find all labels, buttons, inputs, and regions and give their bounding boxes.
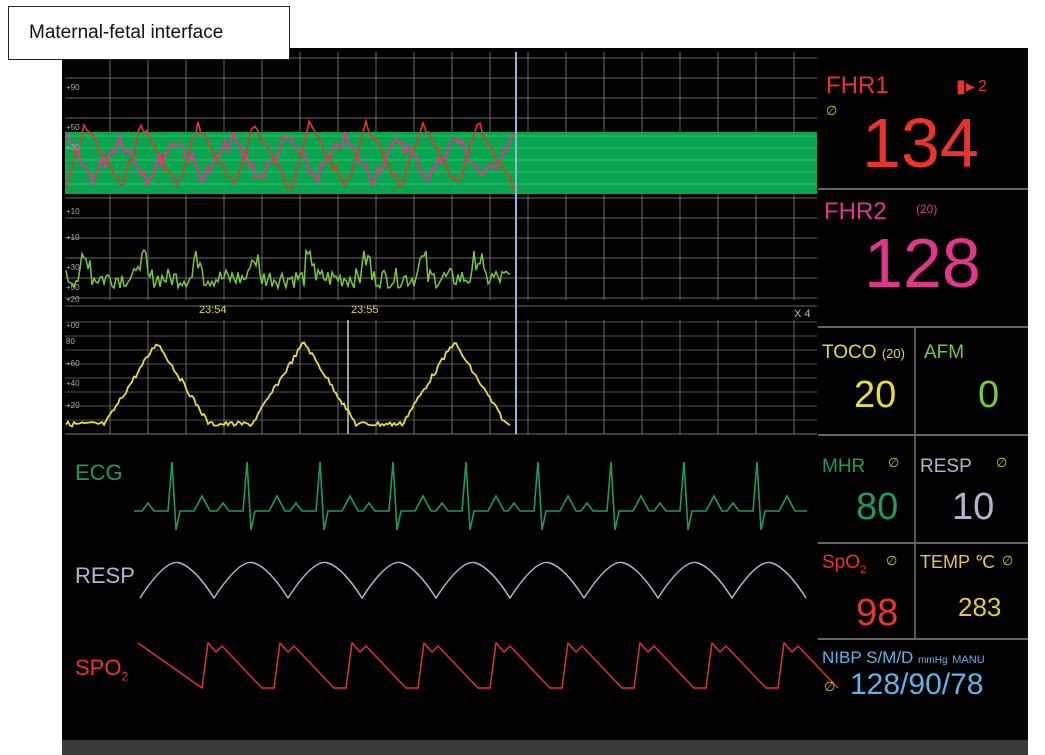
nibp-panel[interactable]: NIBP S/M/D mmHg MANU ∅ 128/90/78 xyxy=(818,638,1028,738)
spo2-wave-label: SPO2 xyxy=(75,655,129,684)
fhr-tick-label: +90 xyxy=(66,83,80,92)
fhr2-label: FHR2 xyxy=(824,198,887,225)
ecg-waveform xyxy=(134,461,807,531)
fhr2-scale: (20) xyxy=(916,202,938,216)
toco-tick-label: +60 xyxy=(66,359,80,368)
spo2-label: SpO2 xyxy=(822,552,867,576)
toco-tick-label: +00 xyxy=(66,321,80,330)
nibp-alarm-off-icon: ∅ xyxy=(824,680,836,695)
toco-label: TOCO (20) xyxy=(822,342,905,363)
nibp-value: 128/90/78 xyxy=(850,668,984,701)
afm-trace xyxy=(65,248,511,291)
temp-value: 283 xyxy=(958,592,1002,622)
status-bar xyxy=(62,740,1028,755)
panel-divider xyxy=(914,328,916,436)
spo2-waveform xyxy=(137,641,839,690)
fhr-tick-label: +30 xyxy=(66,263,80,272)
fhr-tick-label: +10 xyxy=(66,207,80,216)
spo2-value: 98 xyxy=(856,592,899,634)
afm-value: 0 xyxy=(978,374,1000,416)
mhr-value: 80 xyxy=(856,486,899,528)
time-label-1: 23:54 xyxy=(199,304,227,316)
monitor-screen: +90 +50 +30 +10 +10 +30 +50 +20 +00 80 +60 +40 +20 2… xyxy=(62,48,1028,755)
fhr1-value: 134 xyxy=(862,104,979,182)
fhr1-volume: 2 xyxy=(978,78,987,95)
fhr-tick-label: +30 xyxy=(66,143,80,152)
resp-label: RESP xyxy=(920,456,972,477)
nibp-label: NIBP S/M/D mmHg MANU xyxy=(822,648,985,667)
afm-label: AFM xyxy=(924,342,965,363)
toco-tick-label: +20 xyxy=(66,401,80,410)
fhr-tick-label: +50 xyxy=(66,123,80,132)
fhr2-value: 128 xyxy=(864,224,981,302)
toco-afm-panel[interactable]: TOCO (20) 20 AFM 0 xyxy=(818,326,1028,436)
toco-trace xyxy=(65,341,511,428)
mhr-resp-panel[interactable]: MHR ∅ 80 RESP ∅ 10 xyxy=(818,434,1028,544)
fhr-tick-label: +50 xyxy=(66,283,80,292)
spo2-alarm-off-icon: ∅ xyxy=(886,554,898,569)
toco-tick-label: +40 xyxy=(66,379,80,388)
temp-alarm-off-icon: ∅ xyxy=(1002,554,1014,569)
figure-caption: Maternal-fetal interface xyxy=(8,6,290,60)
fhr2-panel[interactable]: FHR2 (20) 128 xyxy=(818,188,1028,326)
alarm-off-icon: ∅ xyxy=(826,104,838,119)
time-label-2: 23:55 xyxy=(351,304,379,316)
fhr1-panel[interactable]: FHR1 ▮▸ 2 ∅ 134 xyxy=(818,60,1028,200)
resp-alarm-off-icon: ∅ xyxy=(996,456,1008,471)
fhr-tick-label: +10 xyxy=(66,233,80,242)
fhr1-label: FHR1 xyxy=(826,72,889,99)
toco-tick-label: 80 xyxy=(66,337,75,346)
speaker-icon: ▮▸ xyxy=(956,76,975,96)
toco-value: 20 xyxy=(854,374,897,416)
speed-label: X 4 xyxy=(794,308,811,320)
resp-wave-label: RESP xyxy=(75,563,135,588)
mhr-alarm-off-icon: ∅ xyxy=(888,456,900,471)
resp-waveform xyxy=(139,561,807,600)
panel-divider xyxy=(914,544,916,640)
spo2-temp-panel[interactable]: SpO2 ∅ 98 TEMP ℃ ∅ 283 xyxy=(818,542,1028,640)
ecg-label: ECG xyxy=(75,460,123,485)
mhr-label: MHR xyxy=(822,456,866,477)
resp-value: 10 xyxy=(952,486,995,528)
fhr-tick-label: +20 xyxy=(66,295,80,304)
temp-label: TEMP ℃ xyxy=(920,552,995,572)
panel-divider xyxy=(914,436,916,544)
